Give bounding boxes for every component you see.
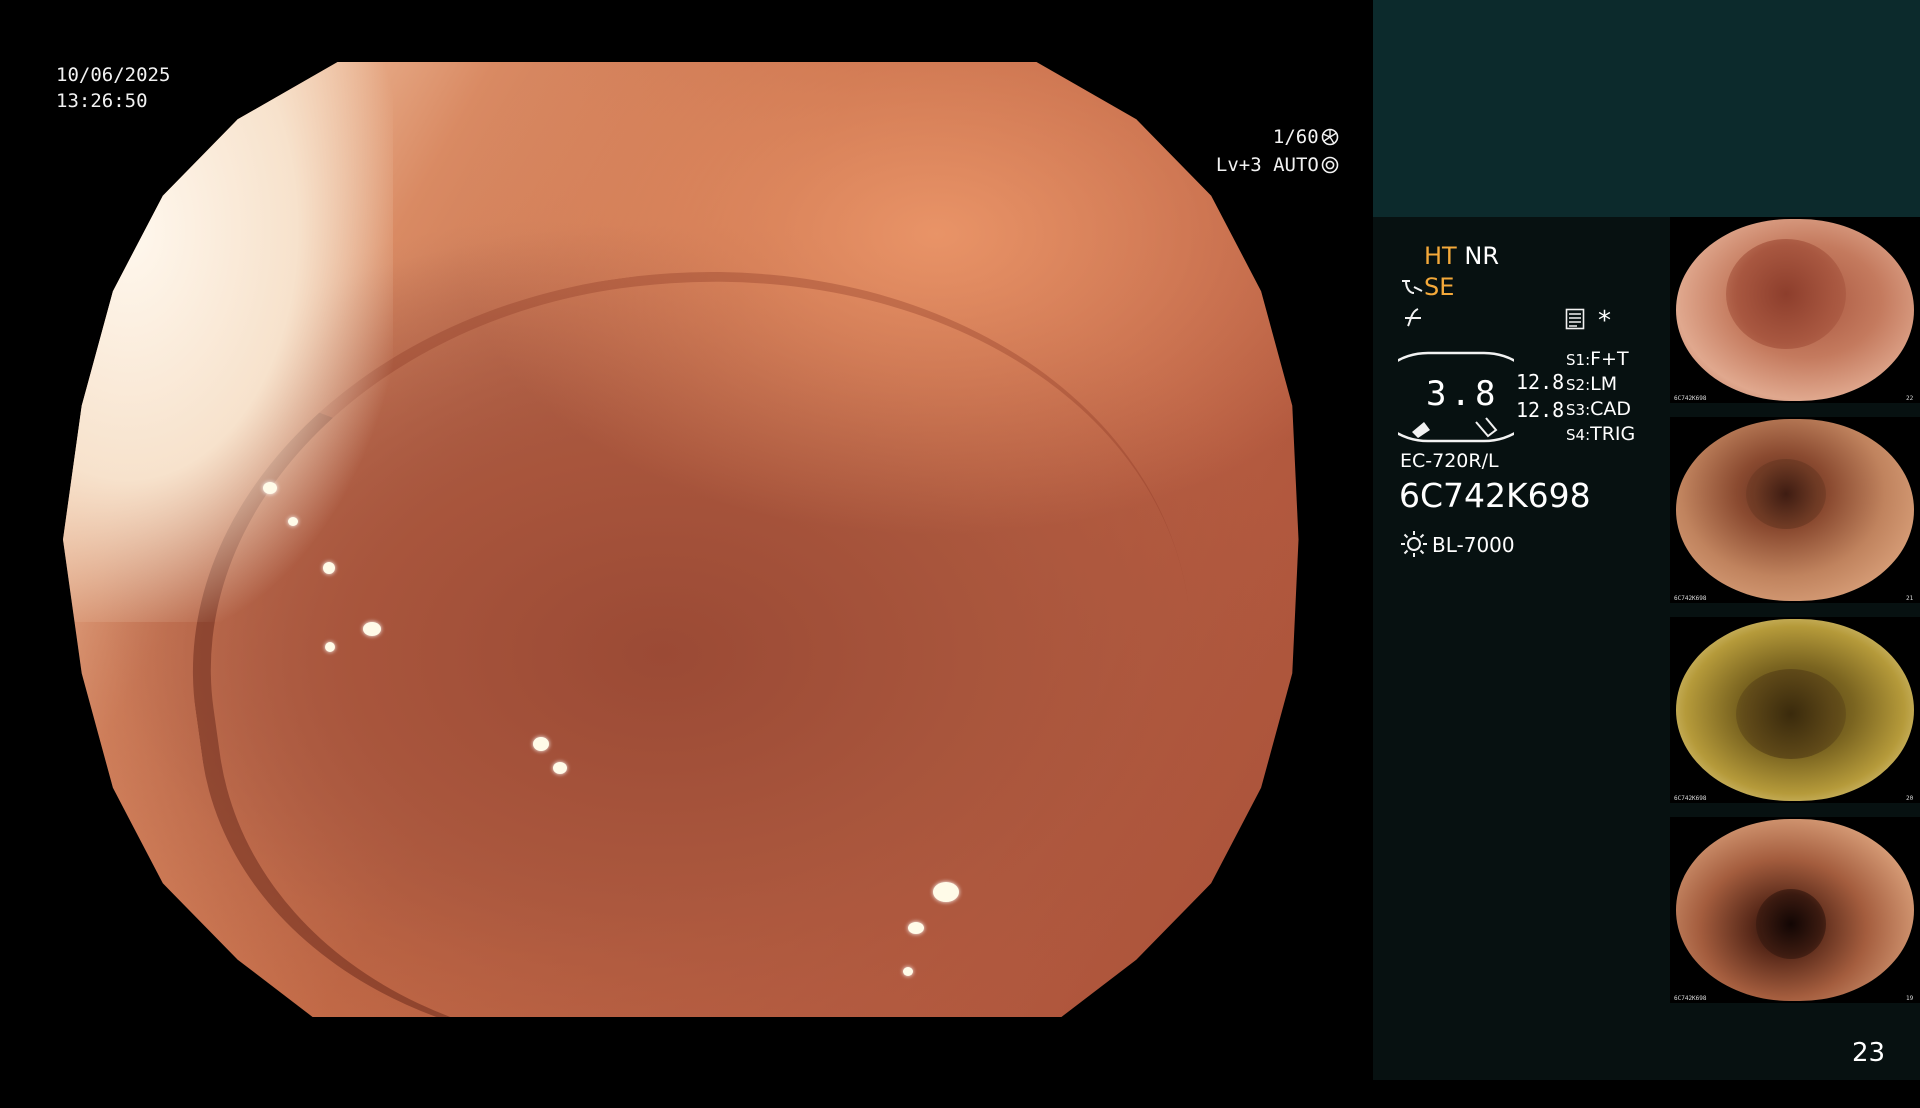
scope-model: EC-720R/L xyxy=(1400,450,1499,472)
lumen xyxy=(1746,459,1826,529)
nr-label: NR xyxy=(1464,242,1499,270)
thumbnail-serial: 6C742K698 xyxy=(1674,395,1707,402)
scope-serial: 6C742K698 xyxy=(1399,476,1591,515)
menu-icon xyxy=(1565,308,1585,330)
s3-label: S3: xyxy=(1566,401,1591,419)
filter-icon xyxy=(1405,308,1421,327)
gauge-value: 3.8 xyxy=(1426,374,1500,414)
s4-row: S4:TRIG xyxy=(1566,423,1635,445)
lumen xyxy=(1736,669,1846,759)
specular-highlight xyxy=(288,517,298,526)
enhance-icon xyxy=(1402,280,1423,294)
lumen xyxy=(1726,239,1846,349)
se-label: SE xyxy=(1424,273,1455,301)
specular-highlight xyxy=(325,642,335,652)
s2-row: S2:LM xyxy=(1566,373,1617,395)
s3-row: S3:CAD xyxy=(1566,398,1631,420)
specular-highlight xyxy=(908,922,924,934)
thumbnail-1[interactable]: 6C742K698 22 xyxy=(1670,217,1920,403)
s1-row: S1:F+T xyxy=(1566,348,1629,370)
thumbnail-image xyxy=(1676,619,1914,801)
value-2: 12.8 xyxy=(1516,398,1565,422)
thumbnail-image xyxy=(1676,219,1914,401)
light-source: BL-7000 xyxy=(1400,530,1515,558)
level-auto-readout: Lv+3 AUTO xyxy=(1193,126,1339,178)
image-count: 23 xyxy=(1852,1038,1886,1068)
s2-label: S2: xyxy=(1566,376,1591,394)
specular-highlight xyxy=(933,882,959,902)
specular-highlight xyxy=(323,562,335,574)
level-auto-value: Lv+3 AUTO xyxy=(1215,154,1319,176)
value-1: 12.8 xyxy=(1516,370,1565,394)
thumbnail-number: 22 xyxy=(1906,395,1914,402)
thumbnail-number: 19 xyxy=(1906,995,1914,1002)
specular-highlight xyxy=(903,967,913,976)
se-indicator: SE xyxy=(1400,273,1454,301)
thumbnail-image xyxy=(1676,419,1914,601)
light-source-label: BL-7000 xyxy=(1432,533,1515,557)
thumbnail-number: 21 xyxy=(1906,595,1914,602)
thumbnail-number: 20 xyxy=(1906,795,1914,802)
thumbnail-serial: 6C742K698 xyxy=(1674,595,1707,602)
date-label: 10/06/2025 xyxy=(56,64,171,86)
ht-label: HT xyxy=(1424,242,1457,270)
thumbnail-serial: 6C742K698 xyxy=(1674,795,1707,802)
ht-nr-indicator: HT NR xyxy=(1424,242,1499,270)
asterisk-indicator: * xyxy=(1598,306,1611,336)
time-label: 13:26:50 xyxy=(56,90,148,112)
thumbnail-2[interactable]: 6C742K698 21 xyxy=(1670,417,1920,603)
iris-icon xyxy=(1321,156,1339,174)
specular-highlight xyxy=(553,762,567,774)
specular-highlight xyxy=(263,482,277,494)
thumbnail-4[interactable]: 6C742K698 19 xyxy=(1670,817,1920,1003)
thumbnail-3[interactable]: 6C742K698 20 xyxy=(1670,617,1920,803)
s2-value: LM xyxy=(1590,373,1618,395)
glare-region xyxy=(63,62,393,622)
s4-label: S4: xyxy=(1566,426,1591,444)
endoscope-view xyxy=(63,62,1299,1017)
s3-value: CAD xyxy=(1590,398,1632,420)
panel-header xyxy=(1373,0,1920,217)
s4-value: TRIG xyxy=(1590,423,1636,445)
light-icon xyxy=(1401,531,1427,557)
s1-value: F+T xyxy=(1590,348,1629,370)
specular-highlight xyxy=(363,622,381,636)
specular-highlight xyxy=(533,737,549,751)
lumen xyxy=(1756,889,1826,959)
thumbnail-serial: 6C742K698 xyxy=(1674,995,1707,1002)
thumbnail-image xyxy=(1676,819,1914,1001)
s1-label: S1: xyxy=(1566,351,1591,369)
